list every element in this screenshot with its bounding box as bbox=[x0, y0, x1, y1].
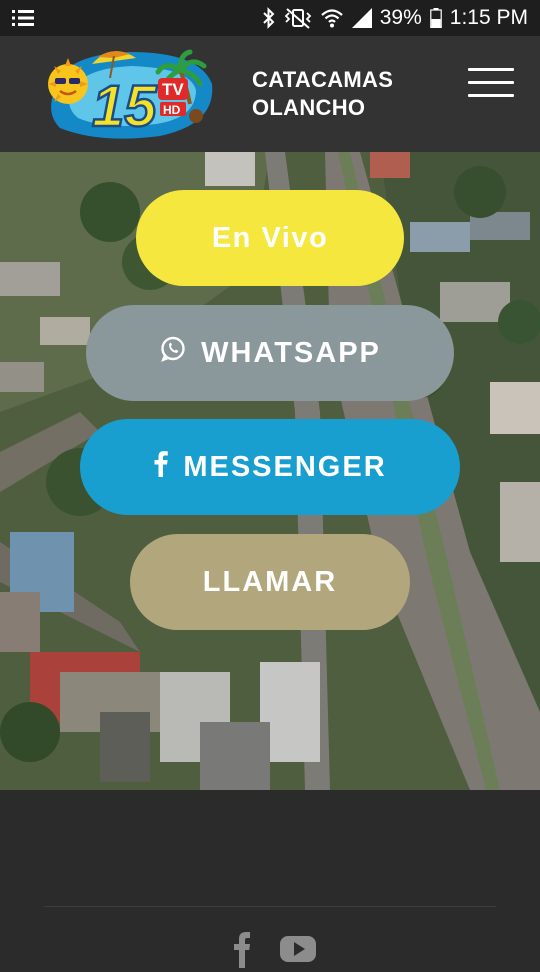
notification-list-icon bbox=[12, 9, 34, 27]
svg-text:HD: HD bbox=[163, 103, 181, 117]
vibrate-icon bbox=[284, 7, 312, 29]
whatsapp-button[interactable]: WHATSAPP bbox=[86, 305, 454, 401]
call-button[interactable]: LLAMAR bbox=[130, 534, 410, 630]
footer-facebook-link[interactable] bbox=[222, 928, 262, 968]
facebook-icon bbox=[222, 932, 262, 972]
live-button[interactable]: En Vivo bbox=[136, 190, 404, 286]
whatsapp-icon bbox=[159, 335, 187, 371]
signal-icon bbox=[351, 8, 372, 28]
bluetooth-icon bbox=[262, 7, 276, 29]
status-bar: 39% 1:15 PM bbox=[0, 0, 540, 36]
clock: 1:15 PM bbox=[449, 6, 528, 29]
messenger-button-label: MESSENGER bbox=[183, 450, 387, 483]
wifi-icon bbox=[320, 7, 344, 29]
call-button-label: LLAMAR bbox=[202, 565, 338, 598]
messenger-button[interactable]: MESSENGER bbox=[80, 419, 460, 515]
footer-youtube-link[interactable] bbox=[278, 928, 318, 968]
site-footer bbox=[0, 790, 540, 968]
battery-icon bbox=[429, 8, 442, 28]
battery-percent: 39% bbox=[379, 6, 422, 29]
svg-text:TV: TV bbox=[162, 80, 184, 99]
site-title: CATACAMAS OLANCHO bbox=[252, 66, 432, 122]
svg-text:15: 15 bbox=[92, 74, 157, 139]
live-button-label: En Vivo bbox=[211, 221, 329, 254]
hero-section: En Vivo WHATSAPP MESSENGER LLAMAR bbox=[0, 152, 540, 790]
site-title-line-2: OLANCHO bbox=[252, 95, 366, 120]
whatsapp-button-label: WHATSAPP bbox=[201, 336, 381, 369]
facebook-icon bbox=[153, 449, 169, 485]
site-logo[interactable]: 15 TV HD bbox=[40, 44, 220, 144]
site-header: 15 TV HD CATACAMAS OLANCHO bbox=[0, 36, 540, 152]
youtube-icon bbox=[278, 936, 318, 972]
hamburger-menu-button[interactable] bbox=[464, 64, 518, 102]
footer-divider bbox=[44, 906, 496, 907]
site-title-line-1: CATACAMAS bbox=[252, 67, 394, 92]
